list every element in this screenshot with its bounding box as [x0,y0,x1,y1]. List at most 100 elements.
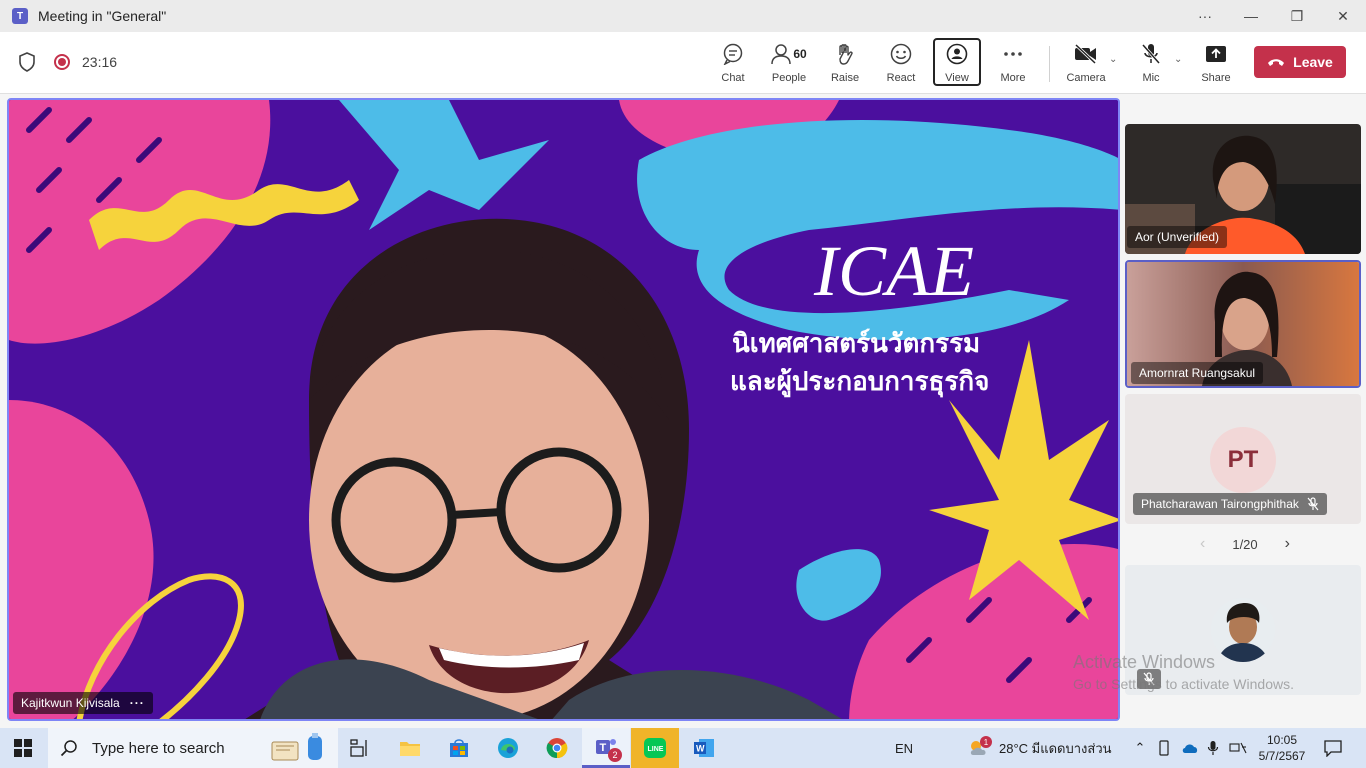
windows-taskbar: Type here to search T 2 LINE W EN 1 28°C… [0,728,1366,768]
people-count: 60 [793,47,807,61]
svg-text:LINE: LINE [648,746,664,753]
device-icon[interactable] [1157,740,1171,756]
window-controls: ··· — ❐ ✕ [1182,0,1366,32]
clock-date: 5/7/2567 [1258,749,1306,763]
raise-label: Raise [830,72,860,84]
react-label: React [886,72,916,84]
chat-icon [722,42,744,66]
taskbar-chrome[interactable] [533,728,581,768]
clock-time: 10:05 [1266,733,1298,747]
raise-hand-button[interactable]: Raise [821,40,869,86]
weather-text: 28°C มีแดดบางส่วน [999,740,1112,756]
taskbar-search-box[interactable]: Type here to search [48,728,338,768]
page-indicator: 1/20 [1232,536,1258,552]
taskbar-store[interactable] [435,728,483,768]
people-button[interactable]: 60 People [765,40,813,86]
participant-tile[interactable]: PT Phatcharawan Tairongphithak [1125,394,1361,524]
participant-tile[interactable]: Aor (Unverified) [1125,124,1361,254]
view-label: View [945,72,969,84]
svg-text:T: T [600,742,607,754]
previous-page-button[interactable]: ‹ [1200,535,1205,553]
ellipsis-icon [1003,42,1023,66]
mic-button[interactable]: Mic [1127,40,1175,86]
slide-title: ICAE [813,231,974,311]
chat-label: Chat [721,72,745,84]
show-hidden-icons-chevron-icon[interactable]: ⌃ [1133,740,1147,756]
taskbar-teams[interactable]: T 2 [582,728,630,768]
minimize-button[interactable]: — [1228,0,1274,32]
react-button[interactable]: React [877,40,925,86]
search-highlight-icon [271,733,322,761]
chat-button[interactable]: Chat [709,40,757,86]
camera-button[interactable]: Camera [1062,40,1110,86]
mic-options-chevron-icon[interactable]: ⌄ [1174,54,1182,65]
search-placeholder: Type here to search [92,739,225,757]
microphone-icon[interactable] [1207,740,1219,756]
main-participant-name-tag: Kajitkwun Kijvisala ··· [13,692,153,714]
participant-name-tag: Phatcharawan Tairongphithak [1133,493,1327,515]
camera-off-icon [1074,42,1098,66]
network-icon[interactable] [1229,741,1247,755]
line-app-icon: LINE [644,738,666,758]
leave-button[interactable]: Leave [1254,46,1346,78]
slide-line-2: และผู้ประกอบการธุรกิจ [730,367,989,398]
toolbar-divider [1049,46,1050,82]
windows-logo-icon [14,739,32,757]
avatar: PT [1210,427,1276,493]
more-options-button[interactable]: ··· [1182,0,1228,32]
participant-video-feed: ICAE นิเทศศาสตร์นวัตกรรม และผู้ประกอบการ… [9,100,1118,719]
share-button[interactable]: Share [1192,40,1240,86]
edge-icon [498,738,518,758]
folder-icon [400,742,420,756]
task-view-button[interactable] [336,728,384,768]
taskbar-edge[interactable] [484,728,532,768]
taskbar-word[interactable]: W [680,728,728,768]
mic-off-icon [1307,497,1319,511]
taskbar-line[interactable]: LINE [631,728,679,768]
main-video-stage[interactable]: ICAE นิเทศศาสตร์นวัตกรรม และผู้ประกอบการ… [7,98,1120,721]
notification-icon [1324,740,1342,757]
meeting-toolbar: 23:16 Chat 60 People Raise React View Mo… [0,32,1366,94]
next-page-button[interactable]: › [1285,535,1290,553]
participant-name: Phatcharawan Tairongphithak [1141,497,1299,511]
svg-text:W: W [696,744,705,754]
teams-icon: T [12,8,28,24]
share-icon [1205,42,1227,66]
participant-options-button[interactable]: ··· [130,696,145,710]
watermark-line-1: Activate Windows [1073,652,1216,672]
hand-icon [835,42,855,66]
notifications-button[interactable] [1323,728,1343,768]
start-button[interactable] [0,728,46,768]
activate-windows-watermark: Activate Windows Go to Settings to activ… [1073,652,1294,692]
store-icon [450,739,468,757]
people-label: People [771,72,807,84]
view-button[interactable]: View [933,38,981,86]
language-indicator[interactable]: EN [895,728,913,768]
weather-widget[interactable]: 1 28°C มีแดดบางส่วน [967,728,1112,768]
system-tray: ⌃ [1133,728,1247,768]
word-icon: W [694,739,714,757]
close-button[interactable]: ✕ [1320,0,1366,32]
phone-hangup-icon [1268,59,1285,66]
meeting-timer: 23:16 [82,54,118,70]
view-icon [946,42,968,66]
shield-icon[interactable] [18,52,36,72]
people-icon: 60 [771,42,807,66]
participant-name: Amornrat Ruangsakul [1139,366,1256,380]
participant-tile[interactable]: Amornrat Ruangsakul [1125,260,1361,388]
more-button[interactable]: More [989,40,1037,86]
teams-notification-badge: 2 [608,748,622,762]
maximize-button[interactable]: ❐ [1274,0,1320,32]
camera-options-chevron-icon[interactable]: ⌄ [1109,54,1117,65]
share-label: Share [1201,72,1231,84]
leave-label: Leave [1293,54,1333,70]
watermark-line-2: Go to Settings to activate Windows. [1073,676,1294,692]
window-title: Meeting in "General" [38,8,167,24]
participant-name-tag: Aor (Unverified) [1127,226,1228,248]
more-label: More [1000,72,1026,84]
onedrive-icon[interactable] [1181,742,1199,754]
taskbar-file-explorer[interactable] [386,728,434,768]
taskbar-clock[interactable]: 10:05 5/7/2567 [1252,732,1312,764]
camera-label: Camera [1066,72,1106,84]
meeting-info: 23:16 [18,52,117,72]
